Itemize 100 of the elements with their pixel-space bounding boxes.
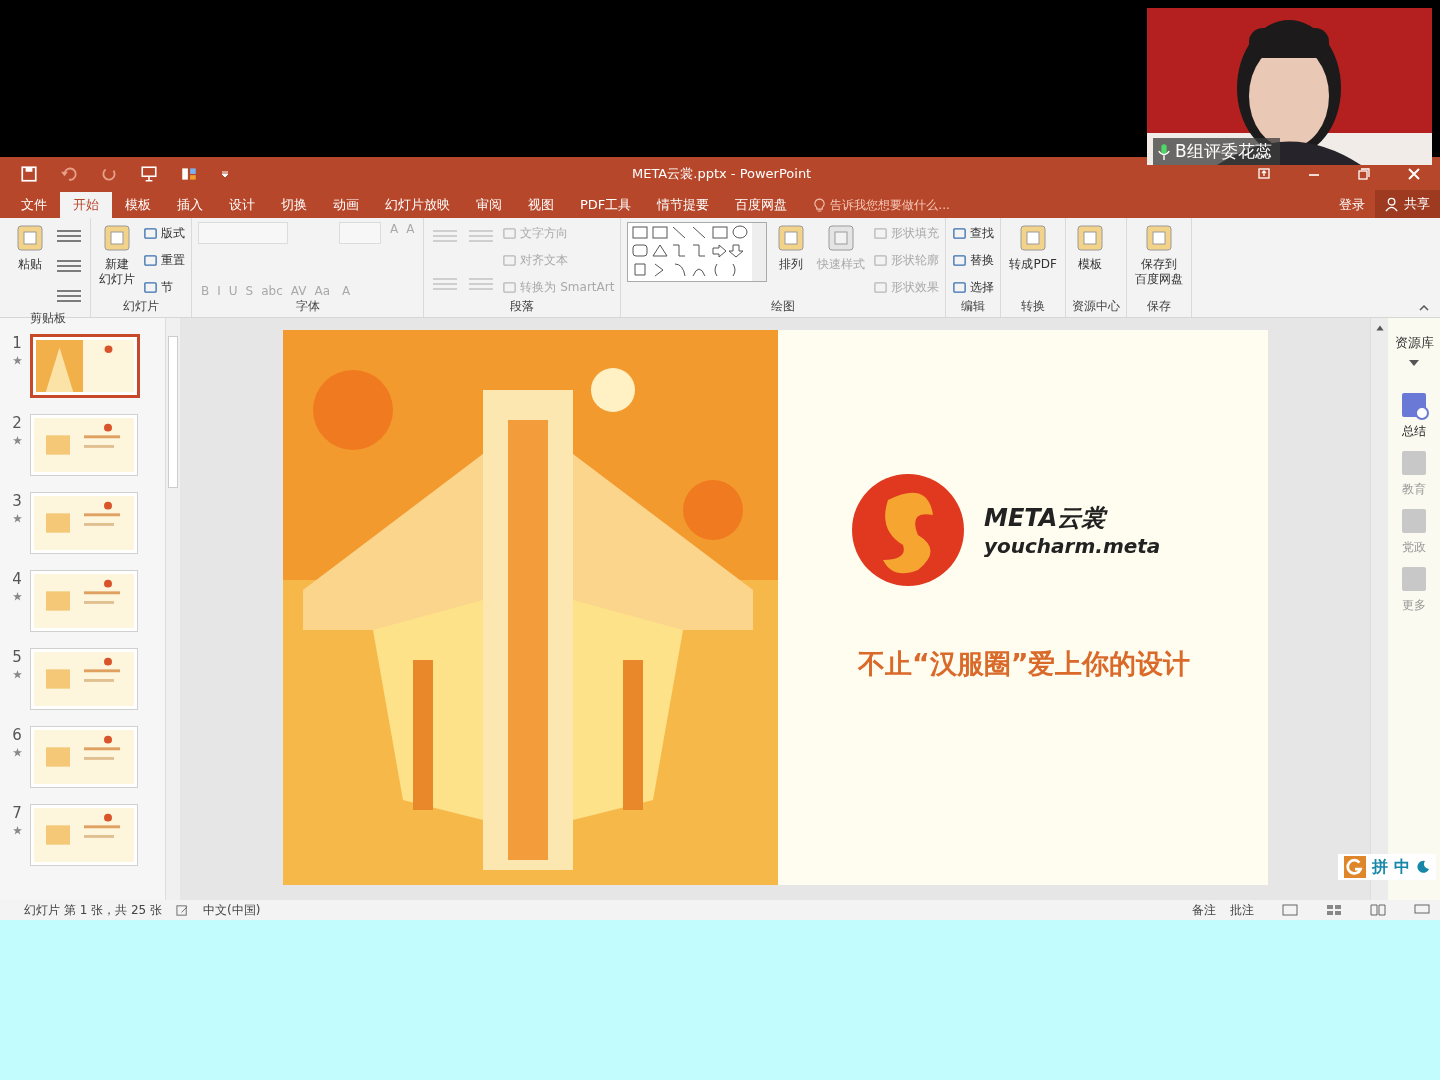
resource-item[interactable]: 党政 xyxy=(1399,506,1429,556)
group-label: 幻灯片 xyxy=(122,298,160,315)
share-button[interactable]: 共享 xyxy=(1375,190,1440,218)
ribbon-button[interactable]: 新建 幻灯片 xyxy=(97,222,137,287)
sign-in-link[interactable]: 登录 xyxy=(1329,192,1375,218)
ribbon-tab[interactable]: 幻灯片放映 xyxy=(372,192,463,218)
tool-icon xyxy=(14,222,46,254)
group-label: 段落 xyxy=(509,298,536,315)
normal-view-icon[interactable] xyxy=(1282,904,1298,916)
ribbon-button[interactable]: 查找 xyxy=(952,222,995,244)
brand-name: META云裳 xyxy=(984,503,1109,534)
shapes-gallery[interactable] xyxy=(627,222,768,282)
ribbon-tab[interactable]: 动画 xyxy=(320,192,372,218)
ribbon-button[interactable]: 选择 xyxy=(952,276,995,298)
ribbon-tab[interactable]: 百度网盘 xyxy=(722,192,801,218)
slide-number: 7 xyxy=(12,804,22,822)
ribbon-tab[interactable]: 文件 xyxy=(8,192,60,218)
spellcheck-icon[interactable] xyxy=(176,903,189,917)
input-mode-label[interactable]: 中 xyxy=(1394,856,1410,878)
tool-icon xyxy=(101,222,133,254)
ribbon-button[interactable]: 节 xyxy=(143,276,185,298)
star-icon xyxy=(12,436,22,445)
tool-icon xyxy=(143,279,158,295)
star-icon xyxy=(12,826,22,835)
scrollbar-thumb[interactable] xyxy=(168,336,178,488)
slide-tagline: 不止“汉服圈”爱上你的设计 xyxy=(858,647,1192,681)
ribbon-tab[interactable]: 开始 xyxy=(60,192,112,218)
group-label: 绘图 xyxy=(770,298,797,315)
star-icon xyxy=(12,356,22,365)
ribbon-tab[interactable]: 视图 xyxy=(515,192,567,218)
category-icon xyxy=(1399,506,1429,536)
ribbon-button[interactable]: 保存到 百度网盘 xyxy=(1132,222,1185,287)
ribbon-tab[interactable]: 审阅 xyxy=(463,192,515,218)
slide-number: 5 xyxy=(12,648,22,666)
list-icon[interactable] xyxy=(54,287,84,305)
resource-item[interactable]: 更多 xyxy=(1399,564,1429,614)
tool-icon xyxy=(952,225,968,241)
ribbon-button[interactable]: 排列 xyxy=(773,222,810,272)
star-icon xyxy=(12,592,22,601)
category-icon xyxy=(1399,564,1429,594)
ribbon-button[interactable]: 转成PDF xyxy=(1007,222,1059,272)
pane-title: 资源库 xyxy=(1394,334,1434,352)
ribbon-button[interactable]: 模板 xyxy=(1071,222,1108,272)
slide-number: 6 xyxy=(12,726,22,744)
tool-icon xyxy=(143,252,158,268)
participant-name: B组评委花蕊 xyxy=(1153,138,1280,165)
moon-icon[interactable] xyxy=(1416,860,1430,874)
presentation-icon[interactable] xyxy=(140,164,158,183)
person-icon xyxy=(1385,196,1400,212)
star-icon xyxy=(12,748,22,757)
ribbon-tab[interactable]: 设计 xyxy=(216,192,268,218)
tool-icon xyxy=(873,279,889,295)
ribbon-tab[interactable]: 模板 xyxy=(112,192,164,218)
resource-item[interactable]: 教育 xyxy=(1399,448,1429,498)
ribbon-tab[interactable]: 插入 xyxy=(164,192,216,218)
tool-icon xyxy=(873,225,889,241)
language-status[interactable]: 中文(中国) xyxy=(203,901,261,919)
tool-icon xyxy=(952,252,968,268)
restore-icon[interactable] xyxy=(1256,165,1272,182)
category-icon xyxy=(1399,390,1429,420)
tool-icon xyxy=(502,279,518,295)
reading-view-icon[interactable] xyxy=(1370,904,1386,916)
tool-icon xyxy=(502,252,518,268)
brand-url: youcharm.meta xyxy=(984,534,1161,558)
ribbon-tab[interactable]: 切换 xyxy=(268,192,320,218)
slide-count: 幻灯片 第 1 张，共 25 张 xyxy=(24,901,162,919)
slide-number: 4 xyxy=(12,570,22,588)
notes-button[interactable]: 备注 xyxy=(1192,901,1216,919)
collapse-icon[interactable] xyxy=(1418,303,1430,311)
ribbon-button[interactable]: 替换 xyxy=(952,249,995,271)
tell-me-field[interactable]: 告诉我您想要做什么... xyxy=(814,192,950,218)
group-label: 剪贴板 xyxy=(29,310,67,327)
input-mode-label[interactable]: 拼 xyxy=(1372,856,1388,878)
slide-number: 1 xyxy=(12,334,22,352)
slide-thumbnail[interactable] xyxy=(30,334,140,398)
window-title: META云裳.pptx - PowerPoint xyxy=(632,164,812,183)
ribbon-tab[interactable]: PDF工具 xyxy=(567,192,645,218)
resource-item[interactable]: 总结 xyxy=(1399,390,1429,440)
save-icon[interactable] xyxy=(20,164,38,183)
ribbon-button[interactable]: 版式 xyxy=(143,222,185,244)
close-icon[interactable] xyxy=(1406,165,1422,182)
maximize-icon[interactable] xyxy=(1356,165,1372,182)
group-label: 保存 xyxy=(1145,298,1172,315)
list-icon[interactable] xyxy=(54,227,84,245)
comments-button[interactable]: 批注 xyxy=(1230,901,1254,919)
ribbon-tab[interactable]: 情节提要 xyxy=(644,192,723,218)
slideshow-icon[interactable] xyxy=(1414,904,1430,916)
tool-icon xyxy=(143,225,158,241)
slide-number: 2 xyxy=(12,414,22,432)
microphone-icon xyxy=(1157,142,1171,161)
slide-number: 3 xyxy=(12,492,22,510)
ribbon-button[interactable]: 粘贴 xyxy=(12,222,48,272)
tool-icon xyxy=(502,225,518,241)
slide-sorter-icon[interactable] xyxy=(1326,904,1342,916)
group-label: 资源中心 xyxy=(1071,298,1120,315)
list-icon[interactable] xyxy=(54,257,84,275)
caret-icon[interactable] xyxy=(1409,360,1419,366)
star-icon xyxy=(12,514,22,523)
group-label: 字体 xyxy=(294,298,321,315)
ribbon-button[interactable]: 重置 xyxy=(143,249,185,271)
